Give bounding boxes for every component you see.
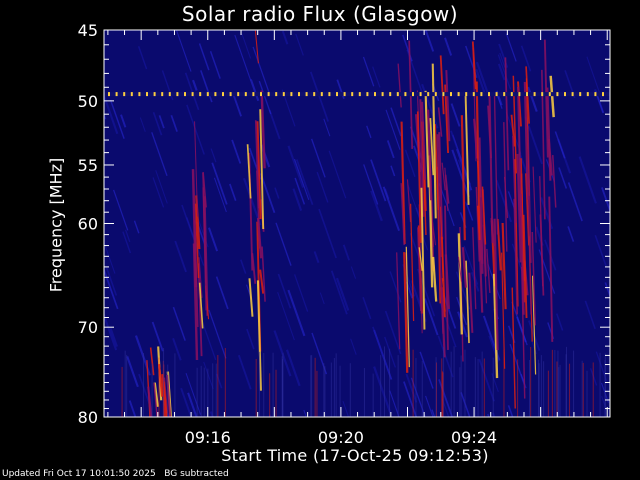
x-tick-label: 09:24 bbox=[451, 428, 497, 447]
interference-dot bbox=[579, 92, 582, 97]
interference-dot bbox=[343, 92, 346, 97]
interference-dot bbox=[419, 92, 422, 97]
interference-dot bbox=[488, 92, 490, 97]
interference-dot bbox=[214, 92, 217, 97]
texture-streak bbox=[79, 49, 83, 60]
texture-streak bbox=[71, 169, 75, 180]
interference-dot bbox=[305, 92, 308, 97]
texture-streak bbox=[636, 417, 640, 460]
interference-dot bbox=[206, 92, 209, 97]
interference-dot bbox=[533, 92, 536, 97]
interference-dot bbox=[290, 92, 293, 97]
interference-dot bbox=[191, 92, 194, 97]
y-tick-label: 50 bbox=[78, 92, 98, 111]
y-tick-label: 70 bbox=[78, 318, 98, 337]
texture-streak bbox=[626, 392, 640, 437]
interference-dot bbox=[320, 92, 323, 97]
texture-streak bbox=[628, 263, 640, 303]
interference-dot bbox=[526, 92, 528, 97]
texture-streak bbox=[82, 58, 95, 95]
interference-dot bbox=[389, 92, 392, 97]
interference-dot bbox=[123, 92, 126, 97]
interference-dot bbox=[412, 92, 414, 97]
texture-streak bbox=[622, 221, 632, 250]
interference-dot bbox=[374, 92, 376, 97]
interference-dot bbox=[252, 92, 255, 97]
interference-dot bbox=[586, 92, 589, 97]
x-tick-label: 09:16 bbox=[185, 428, 231, 447]
interference-dot bbox=[146, 92, 148, 97]
interference-dot bbox=[130, 92, 133, 97]
interference-dot bbox=[510, 92, 513, 97]
interference-dot bbox=[275, 92, 278, 97]
interference-dot bbox=[396, 92, 399, 97]
interference-dot bbox=[351, 92, 354, 97]
interference-dot bbox=[541, 92, 544, 97]
interference-dot bbox=[282, 92, 285, 97]
y-tick-label: 55 bbox=[78, 156, 98, 175]
interference-dot bbox=[602, 92, 604, 97]
interference-dot bbox=[427, 92, 430, 97]
texture-streak bbox=[620, 141, 636, 188]
interference-dot bbox=[442, 92, 445, 97]
spectrogram-chart: 45 50 55 60 70 80 09:16 09:20 09:24 bbox=[64, 21, 640, 460]
interference-dot bbox=[199, 92, 202, 97]
texture-streak bbox=[613, 128, 629, 173]
interference-dot bbox=[222, 92, 224, 97]
texture-streak bbox=[98, 92, 102, 103]
interference-dot bbox=[434, 92, 437, 97]
texture-streak bbox=[625, 110, 640, 158]
x-tick-label: 09:20 bbox=[318, 428, 364, 447]
interference-dot bbox=[503, 92, 506, 97]
interference-dot bbox=[457, 92, 460, 97]
y-tick-label: 80 bbox=[78, 408, 98, 427]
interference-dot bbox=[328, 92, 331, 97]
interference-dot bbox=[267, 92, 270, 97]
texture-streak bbox=[621, 230, 627, 247]
texture-streak bbox=[71, 359, 86, 403]
interference-dot bbox=[564, 92, 566, 97]
interference-dot bbox=[161, 92, 164, 97]
texture-streak bbox=[64, 95, 79, 137]
texture-streak bbox=[617, 331, 628, 361]
y-tick-label: 45 bbox=[78, 21, 98, 40]
interference-dot bbox=[244, 92, 247, 97]
interference-dot bbox=[518, 92, 521, 97]
texture-streak bbox=[83, 249, 88, 263]
interference-dot bbox=[176, 92, 179, 97]
y-tick-label: 60 bbox=[78, 215, 98, 234]
interference-dot bbox=[465, 92, 468, 97]
interference-dot bbox=[556, 92, 559, 97]
spectrogram-area bbox=[64, 30, 640, 460]
interference-dot bbox=[336, 92, 338, 97]
interference-dot bbox=[260, 92, 262, 97]
texture-streak bbox=[617, 105, 634, 153]
interference-dot bbox=[381, 92, 384, 97]
interference-dot bbox=[229, 92, 232, 97]
interference-dot bbox=[298, 92, 300, 97]
interference-dot bbox=[108, 92, 110, 97]
interference-dot bbox=[138, 92, 141, 97]
interference-dot bbox=[358, 92, 361, 97]
interference-dot bbox=[184, 92, 186, 97]
interference-dot bbox=[472, 92, 475, 97]
texture-streak bbox=[608, 151, 610, 155]
interference-dot bbox=[237, 92, 240, 97]
interference-dot bbox=[168, 92, 171, 97]
interference-dot bbox=[548, 92, 551, 97]
interference-dot bbox=[115, 92, 118, 97]
interference-dot bbox=[594, 92, 597, 97]
texture-streak bbox=[79, 354, 93, 395]
interference-dot bbox=[495, 92, 498, 97]
texture-streak bbox=[631, 302, 640, 347]
interference-dot bbox=[571, 92, 574, 97]
interference-dot bbox=[480, 92, 483, 97]
interference-dot bbox=[313, 92, 316, 97]
interference-dot bbox=[366, 92, 369, 97]
texture-streak bbox=[423, 415, 426, 417]
interference-dot bbox=[153, 92, 156, 97]
interference-dot bbox=[404, 92, 407, 97]
interference-dot bbox=[450, 92, 452, 97]
